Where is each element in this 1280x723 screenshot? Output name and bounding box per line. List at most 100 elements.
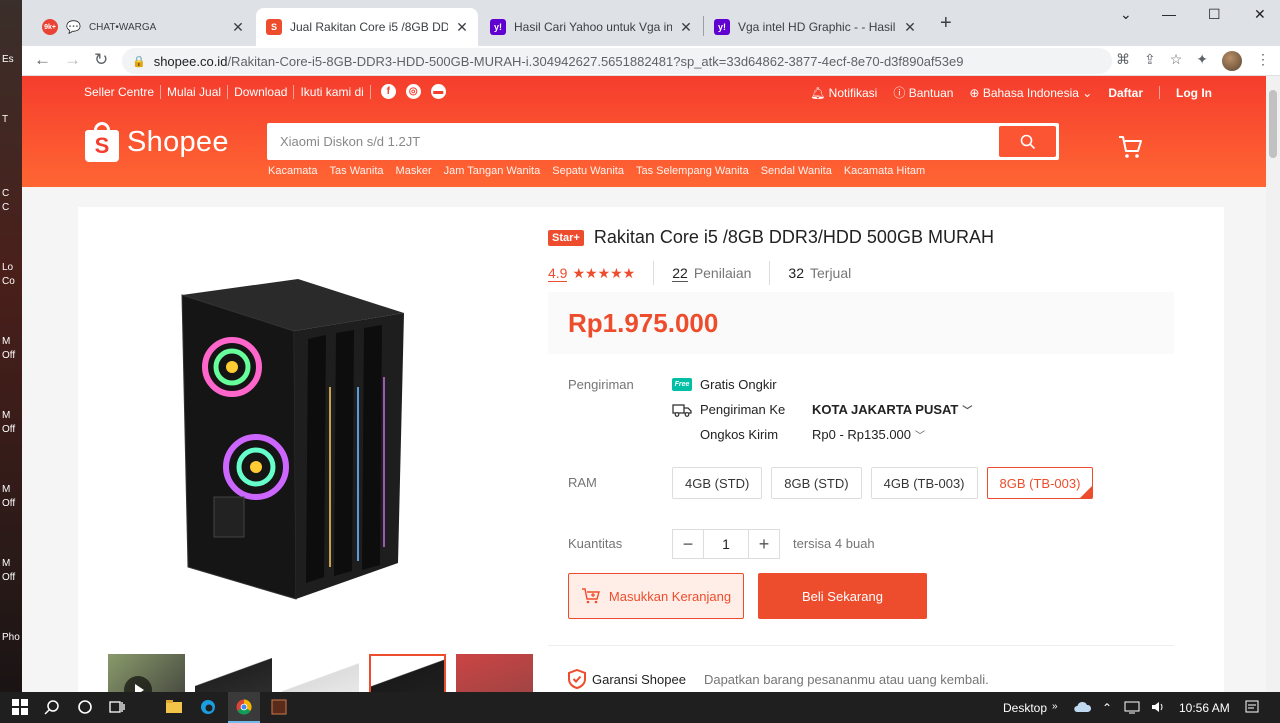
thumbnail[interactable]	[195, 654, 272, 692]
reload-button[interactable]: ↻	[94, 50, 108, 70]
share-icon[interactable]: ⇪	[1144, 51, 1156, 71]
tab-title: Hasil Cari Yahoo untuk Vga intel H	[514, 20, 672, 34]
close-icon[interactable]: ✕	[230, 19, 246, 36]
forward-button[interactable]: →	[64, 50, 81, 70]
windows-start-icon[interactable]	[12, 699, 28, 715]
notification-center-icon[interactable]	[1244, 699, 1260, 715]
chevron-up-icon[interactable]: »	[1052, 701, 1058, 712]
suggestion-link[interactable]: Kacamata Hitam	[844, 165, 925, 177]
maximize-button[interactable]: ☐	[1208, 6, 1221, 23]
decrease-button[interactable]: −	[673, 530, 703, 558]
register-link[interactable]: Daftar	[1108, 86, 1143, 100]
thumbnail[interactable]	[282, 654, 359, 692]
product-main-image[interactable]	[108, 227, 508, 627]
volume-icon[interactable]	[1150, 699, 1166, 715]
ship-to-row: Pengiriman Ke	[672, 402, 785, 417]
thumbnail-selected[interactable]	[369, 654, 446, 692]
shopee-logo[interactable]: S Shopee	[85, 122, 229, 162]
instagram-icon[interactable]: ◎	[405, 84, 421, 99]
clock[interactable]: 10:56 AM	[1179, 701, 1230, 715]
suggestion-link[interactable]: Tas Selempang Wanita	[636, 165, 749, 177]
buy-now-button[interactable]: Beli Sekarang	[758, 573, 927, 619]
variant-option-selected[interactable]: 8GB (TB-003)	[986, 467, 1094, 499]
mulai-jual-link[interactable]: Mulai Jual	[161, 84, 229, 99]
file-explorer-icon[interactable]	[166, 699, 182, 715]
tab-shopee-product[interactable]: S Jual Rakitan Core i5 /8GB DDR3/H ✕	[256, 8, 478, 46]
language-selector[interactable]: ⊕ Bahasa Indonesia ⌄	[969, 86, 1092, 100]
cortana-icon[interactable]	[77, 699, 93, 715]
login-link[interactable]: Log In	[1176, 86, 1212, 100]
thumbnail-video[interactable]	[108, 654, 185, 692]
close-icon[interactable]: ✕	[678, 19, 694, 36]
search-button[interactable]	[999, 126, 1056, 157]
chevron-up-icon[interactable]: ⌃	[1102, 701, 1112, 715]
divider	[548, 645, 1174, 646]
price-box: Rp1.975.000	[548, 292, 1174, 354]
language-label: Bahasa Indonesia	[982, 85, 1079, 100]
close-window-button[interactable]: ✕	[1254, 6, 1266, 23]
line-icon[interactable]: ▬	[430, 84, 446, 99]
quantity-input[interactable]: 1	[703, 530, 749, 558]
chat-bubble-icon: 💬	[66, 20, 81, 34]
back-button[interactable]: ←	[34, 50, 51, 70]
search-input[interactable]	[270, 126, 999, 157]
scrollbar-thumb[interactable]	[1269, 90, 1277, 158]
page-scrollbar[interactable]	[1266, 76, 1280, 692]
shopee-header: Seller Centre Mulai Jual Download Ikuti …	[22, 76, 1280, 187]
chevron-down-icon: ﹀	[915, 431, 926, 442]
close-icon[interactable]: ✕	[902, 19, 918, 36]
suggestion-link[interactable]: Sendal Wanita	[761, 165, 832, 177]
download-link[interactable]: Download	[228, 84, 295, 99]
rating-value[interactable]: 4.9	[548, 265, 568, 282]
minimize-button[interactable]: —	[1162, 6, 1176, 22]
cloud-icon[interactable]	[1072, 699, 1092, 715]
thumbnail[interactable]	[456, 654, 533, 692]
help-link[interactable]: ⓘ Bantuan	[893, 84, 953, 101]
suggestion-link[interactable]: Tas Wanita	[330, 165, 384, 177]
cart-button[interactable]	[1117, 134, 1143, 165]
close-icon[interactable]: ✕	[454, 19, 470, 36]
increase-button[interactable]: +	[749, 530, 779, 558]
variant-label: RAM	[568, 475, 597, 490]
chrome-taskbar-button[interactable]	[228, 692, 260, 723]
suggestion-link[interactable]: Jam Tangan Wanita	[444, 165, 541, 177]
globe-icon: ⊕	[969, 85, 980, 100]
suggestion-link[interactable]: Masker	[396, 165, 432, 177]
new-tab-button[interactable]: +	[940, 12, 952, 35]
extensions-icon[interactable]: ✦	[1196, 51, 1208, 71]
tab-chatwarga[interactable]: 9k+ 💬 CHAT•WARGA ✕	[32, 8, 254, 46]
variant-option[interactable]: 4GB (TB-003)	[870, 467, 978, 499]
chrome-icon	[236, 699, 252, 715]
tab-bar: 9k+ 💬 CHAT•WARGA ✕ S Jual Rakitan Core i…	[22, 0, 1280, 46]
search-icon[interactable]	[44, 699, 60, 715]
network-icon[interactable]	[1124, 699, 1140, 715]
tab-search-icon[interactable]: ⌄	[1120, 6, 1132, 23]
tab-yahoo-search[interactable]: y! Hasil Cari Yahoo untuk Vga intel H ✕	[480, 8, 702, 46]
desktop-toolbar-label[interactable]: Desktop	[1003, 701, 1047, 715]
product-card: Star+ Rakitan Core i5 /8GB DDR3/HDD 500G…	[78, 207, 1224, 692]
edge-icon[interactable]	[200, 699, 216, 715]
variant-option[interactable]: 4GB (STD)	[672, 467, 763, 499]
task-view-icon[interactable]	[109, 699, 125, 715]
add-to-cart-button[interactable]: Masukkan Keranjang	[568, 573, 744, 619]
pc-case-image	[181, 279, 404, 600]
url-field[interactable]: 🔒 shopee.co.id/Rakitan-Core-i5-8GB-DDR3-…	[122, 48, 1112, 74]
translate-icon[interactable]: ⌘	[1116, 51, 1130, 71]
ship-cost-dropdown[interactable]: Rp0 - Rp135.000 ﹀	[812, 427, 925, 442]
notifications-link[interactable]: 🔔︎ Notifikasi	[810, 86, 877, 100]
ship-to-dropdown[interactable]: KOTA JAKARTA PUSAT ﹀	[812, 402, 972, 417]
browser-window: 9k+ 💬 CHAT•WARGA ✕ S Jual Rakitan Core i…	[22, 0, 1280, 692]
facebook-icon[interactable]: f	[380, 84, 396, 99]
suggestion-link[interactable]: Kacamata	[268, 165, 318, 177]
search-suggestions: Kacamata Tas Wanita Masker Jam Tangan Wa…	[268, 165, 925, 177]
variant-option[interactable]: 8GB (STD)	[771, 467, 862, 499]
desktop-icon-label: M	[2, 336, 11, 347]
app-icon[interactable]	[271, 699, 287, 715]
tab-yahoo-images[interactable]: y! Vga intel HD Graphic - - Hasil Ima ✕	[704, 8, 926, 46]
bookmark-star-icon[interactable]: ☆	[1170, 51, 1183, 71]
profile-avatar[interactable]	[1222, 51, 1242, 71]
menu-kebab-icon[interactable]: ⋮	[1256, 51, 1270, 71]
review-count[interactable]: 22	[672, 265, 688, 282]
suggestion-link[interactable]: Sepatu Wanita	[552, 165, 624, 177]
seller-centre-link[interactable]: Seller Centre	[84, 84, 162, 99]
